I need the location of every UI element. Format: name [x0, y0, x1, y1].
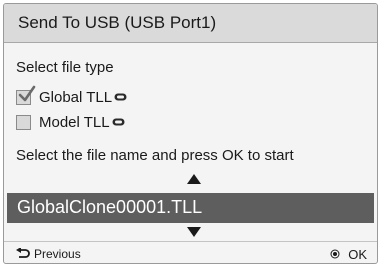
- model-tll-checkbox[interactable]: [16, 114, 31, 130]
- previous-label: Previous: [34, 247, 81, 261]
- triangle-up-icon[interactable]: [187, 174, 201, 184]
- send-to-usb-dialog: Send To USB (USB Port1) Select file type…: [3, 3, 378, 264]
- global-tll-label: Global TLL: [39, 88, 113, 106]
- instruction-text: Select the file name and press OK to sta…: [16, 147, 294, 164]
- checkmark-icon: [18, 85, 36, 101]
- triangle-down-icon[interactable]: [187, 227, 201, 237]
- footer-divider: [4, 241, 377, 242]
- model-tll-label: Model TLL: [39, 113, 110, 131]
- ok-button[interactable]: OK: [330, 246, 367, 262]
- file-name-selector[interactable]: GlobalClone00001.TLL: [7, 193, 374, 223]
- link-icon: [112, 118, 125, 126]
- option-global-tll[interactable]: Global TLL: [16, 85, 127, 107]
- return-arrow-icon: [16, 248, 30, 258]
- ok-dot-icon: [330, 249, 340, 259]
- link-icon: [114, 93, 127, 101]
- option-model-tll[interactable]: Model TLL: [16, 112, 125, 132]
- dialog-title-bar: Send To USB (USB Port1): [4, 4, 377, 43]
- previous-button[interactable]: Previous: [16, 246, 81, 262]
- dialog-title: Send To USB (USB Port1): [18, 13, 217, 32]
- global-tll-checkbox[interactable]: [16, 85, 36, 105]
- selected-file-name: GlobalClone00001.TLL: [17, 197, 203, 217]
- dialog-footer: Previous OK: [4, 241, 377, 263]
- select-file-type-label: Select file type: [16, 59, 114, 76]
- ok-label: OK: [348, 246, 367, 262]
